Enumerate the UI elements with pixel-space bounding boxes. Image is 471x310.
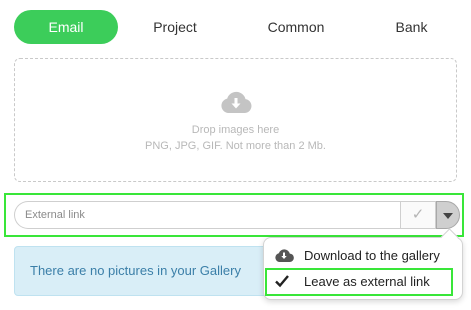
menu-item-label: Download to the gallery <box>304 248 440 263</box>
drop-hint-text: Drop images here <box>191 124 280 136</box>
tab-common[interactable]: Common <box>249 10 343 44</box>
drop-format-text: PNG, JPG, GIF. Not more than 2 Mb. <box>145 140 326 152</box>
selected-option-highlight <box>265 268 453 296</box>
menu-item-download-to-gallery[interactable]: Download to the gallery <box>272 244 458 268</box>
external-link-group: ✓ <box>14 201 461 229</box>
confirm-link-button[interactable]: ✓ <box>400 201 436 229</box>
chevron-down-icon <box>443 213 453 219</box>
image-drop-zone[interactable]: Drop images here PNG, JPG, GIF. Not more… <box>14 58 457 182</box>
tab-bar: Email Project Common Bank <box>14 10 459 44</box>
cloud-download-icon <box>15 89 456 119</box>
link-options-dropdown-button[interactable] <box>436 201 460 229</box>
tab-email[interactable]: Email <box>14 10 118 44</box>
cloud-download-icon <box>274 247 294 265</box>
external-link-input[interactable] <box>14 201 400 229</box>
check-icon: ✓ <box>411 206 425 223</box>
tab-project[interactable]: Project <box>126 10 224 44</box>
tab-bank[interactable]: Bank <box>364 10 459 44</box>
gallery-empty-notice: There are no pictures in your Gallery <box>14 246 304 296</box>
